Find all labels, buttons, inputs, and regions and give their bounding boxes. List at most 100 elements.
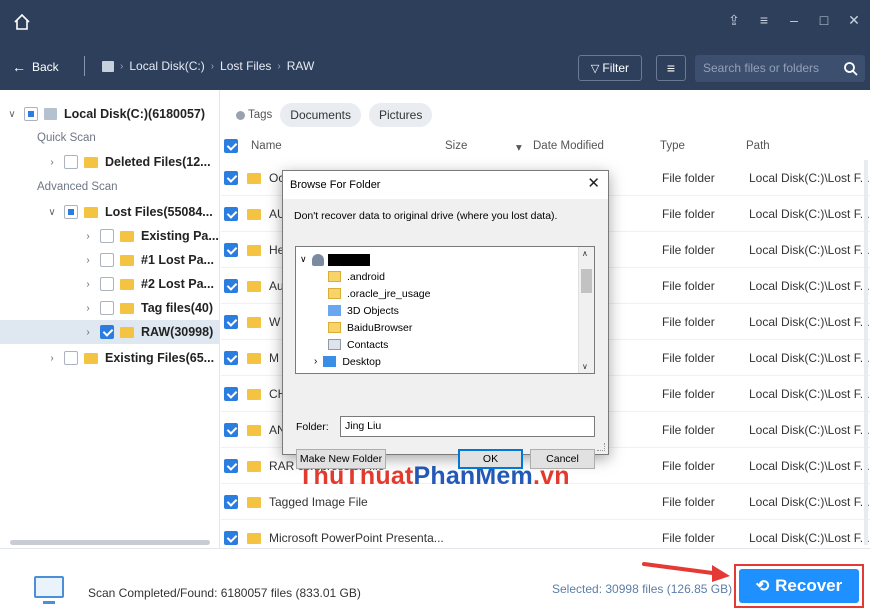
chevron-right-icon[interactable]: › <box>82 279 94 290</box>
chevron-right-icon[interactable]: › <box>82 255 94 266</box>
scroll-thumb[interactable] <box>581 269 592 293</box>
file-path: Local Disk(C:)\Lost F... <box>749 387 870 401</box>
column-name[interactable]: Name <box>251 140 282 152</box>
tree-item-lost-files[interactable]: ∨ Lost Files(55084... <box>0 200 220 224</box>
tree-item-tag-files[interactable]: › Tag files(40) <box>0 296 220 320</box>
tree-item-existing-partition[interactable]: › Existing Pa... <box>0 224 220 248</box>
file-path: Local Disk(C:)\Lost F... <box>749 531 870 545</box>
checkbox[interactable] <box>100 325 114 339</box>
chevron-right-icon[interactable]: › <box>46 157 58 168</box>
checkbox[interactable] <box>64 205 78 219</box>
select-all-checkbox[interactable] <box>224 139 238 153</box>
search-input[interactable] <box>703 61 833 75</box>
file-type: File folder <box>662 315 715 329</box>
tag-documents[interactable]: Documents <box>280 103 361 127</box>
breadcrumb-item-lost-files[interactable]: Lost Files <box>220 59 271 73</box>
column-size[interactable]: Size <box>445 140 467 152</box>
tree-item-label: #1 Lost Pa... <box>141 253 214 267</box>
checkbox[interactable] <box>64 155 78 169</box>
ok-button[interactable]: OK <box>458 449 523 469</box>
back-button[interactable]: ← Back <box>12 59 59 75</box>
folder-name-input[interactable]: Jing Liu <box>340 416 595 437</box>
folder-tree-item[interactable]: 3D Objects <box>328 302 399 319</box>
resize-grip[interactable] <box>597 443 605 451</box>
folder-tree-label: BaiduBrowser <box>347 321 413 334</box>
menu-icon[interactable]: ≡ <box>756 12 772 29</box>
desktop-icon <box>323 356 337 367</box>
chevron-down-icon[interactable]: ∨ <box>46 207 58 218</box>
chevron-right-icon[interactable]: › <box>82 231 94 242</box>
folder-tree-item[interactable]: .oracle_jre_usage <box>328 285 430 302</box>
breadcrumb-item-disk[interactable]: Local Disk(C:) <box>129 59 204 73</box>
tree-item-lost-partition-1[interactable]: › #1 Lost Pa... <box>0 248 220 272</box>
tag-pictures[interactable]: Pictures <box>369 103 433 127</box>
row-checkbox[interactable] <box>224 315 238 329</box>
file-path: Local Disk(C:)\Lost F... <box>749 279 870 293</box>
view-menu-button[interactable]: ≡ <box>656 55 686 81</box>
row-checkbox[interactable] <box>224 207 238 221</box>
tree-item-raw[interactable]: › RAW(30998) <box>0 320 220 344</box>
folder-tree-item[interactable]: › Desktop <box>314 353 381 370</box>
dialog-tree-scrollbar[interactable]: ∧ ∨ <box>578 247 594 373</box>
chevron-down-icon[interactable]: ∨ <box>6 109 18 120</box>
tree-item-local-disk[interactable]: ∨ Local Disk(C:)(6180057) <box>0 102 220 126</box>
title-bar: ⇪ ≡ – □ ✕ <box>0 0 870 44</box>
checkbox[interactable] <box>100 229 114 243</box>
checkbox[interactable] <box>64 351 78 365</box>
checkbox[interactable] <box>24 107 38 121</box>
chevron-right-icon[interactable]: › <box>314 356 317 367</box>
row-checkbox[interactable] <box>224 531 238 545</box>
column-date-modified[interactable]: Date Modified <box>533 140 604 152</box>
folder-tree-label: .android <box>347 270 385 283</box>
checkbox[interactable] <box>100 277 114 291</box>
chevron-up-icon[interactable]: ∧ <box>582 249 588 258</box>
chevron-right-icon[interactable]: › <box>46 353 58 364</box>
filter-button[interactable]: ▽ Filter <box>578 55 642 81</box>
row-checkbox[interactable] <box>224 459 238 473</box>
recover-label: Recover <box>775 576 843 595</box>
chevron-down-icon[interactable]: ∨ <box>300 254 307 265</box>
close-icon[interactable]: ✕ <box>587 174 600 192</box>
cancel-button[interactable]: Cancel <box>530 449 595 469</box>
chevron-right-icon[interactable]: › <box>82 303 94 314</box>
column-path[interactable]: Path <box>746 140 770 152</box>
breadcrumb-item-raw[interactable]: RAW <box>287 59 315 73</box>
row-checkbox[interactable] <box>224 423 238 437</box>
checkbox[interactable] <box>100 301 114 315</box>
minimize-icon[interactable]: – <box>786 12 802 29</box>
dialog-title: Browse For Folder <box>290 179 381 191</box>
folder-tree-item[interactable]: Contacts <box>328 336 388 353</box>
column-type[interactable]: Type <box>660 140 685 152</box>
recover-button[interactable]: ⟲ Recover <box>739 569 859 603</box>
close-icon[interactable]: ✕ <box>846 12 862 29</box>
chevron-down-icon[interactable]: ∨ <box>582 362 588 371</box>
sort-down-icon[interactable]: ▾ <box>516 140 522 154</box>
row-checkbox[interactable] <box>224 243 238 257</box>
row-checkbox[interactable] <box>224 171 238 185</box>
tree-item-existing-files[interactable]: › Existing Files(65... <box>0 346 220 370</box>
horizontal-scrollbar[interactable] <box>10 540 210 545</box>
folder-tree-user[interactable]: ∨ <box>300 251 370 268</box>
vertical-scrollbar[interactable] <box>864 160 868 545</box>
share-icon[interactable]: ⇪ <box>726 12 742 29</box>
filter-label: Filter <box>602 61 630 75</box>
make-new-folder-button[interactable]: Make New Folder <box>296 449 386 469</box>
folder-tree-item[interactable]: .android <box>328 268 385 285</box>
chevron-right-icon[interactable]: › <box>82 327 94 338</box>
tree-item-lost-partition-2[interactable]: › #2 Lost Pa... <box>0 272 220 296</box>
row-checkbox[interactable] <box>224 495 238 509</box>
folder-tree-label: Desktop <box>342 355 381 368</box>
row-checkbox[interactable] <box>224 351 238 365</box>
search-icon[interactable] <box>843 61 859 77</box>
filter-icon: ▽ <box>590 62 600 75</box>
checkbox[interactable] <box>100 253 114 267</box>
file-path: Local Disk(C:)\Lost F... <box>749 423 870 437</box>
row-checkbox[interactable] <box>224 279 238 293</box>
tree-item-deleted-files[interactable]: › Deleted Files(12... <box>0 150 220 174</box>
folder-tree-item[interactable]: BaiduBrowser <box>328 319 412 336</box>
folder-icon <box>328 322 341 333</box>
folder-icon <box>247 173 261 184</box>
maximize-icon[interactable]: □ <box>816 12 832 29</box>
row-checkbox[interactable] <box>224 387 238 401</box>
home-icon[interactable] <box>12 12 32 32</box>
